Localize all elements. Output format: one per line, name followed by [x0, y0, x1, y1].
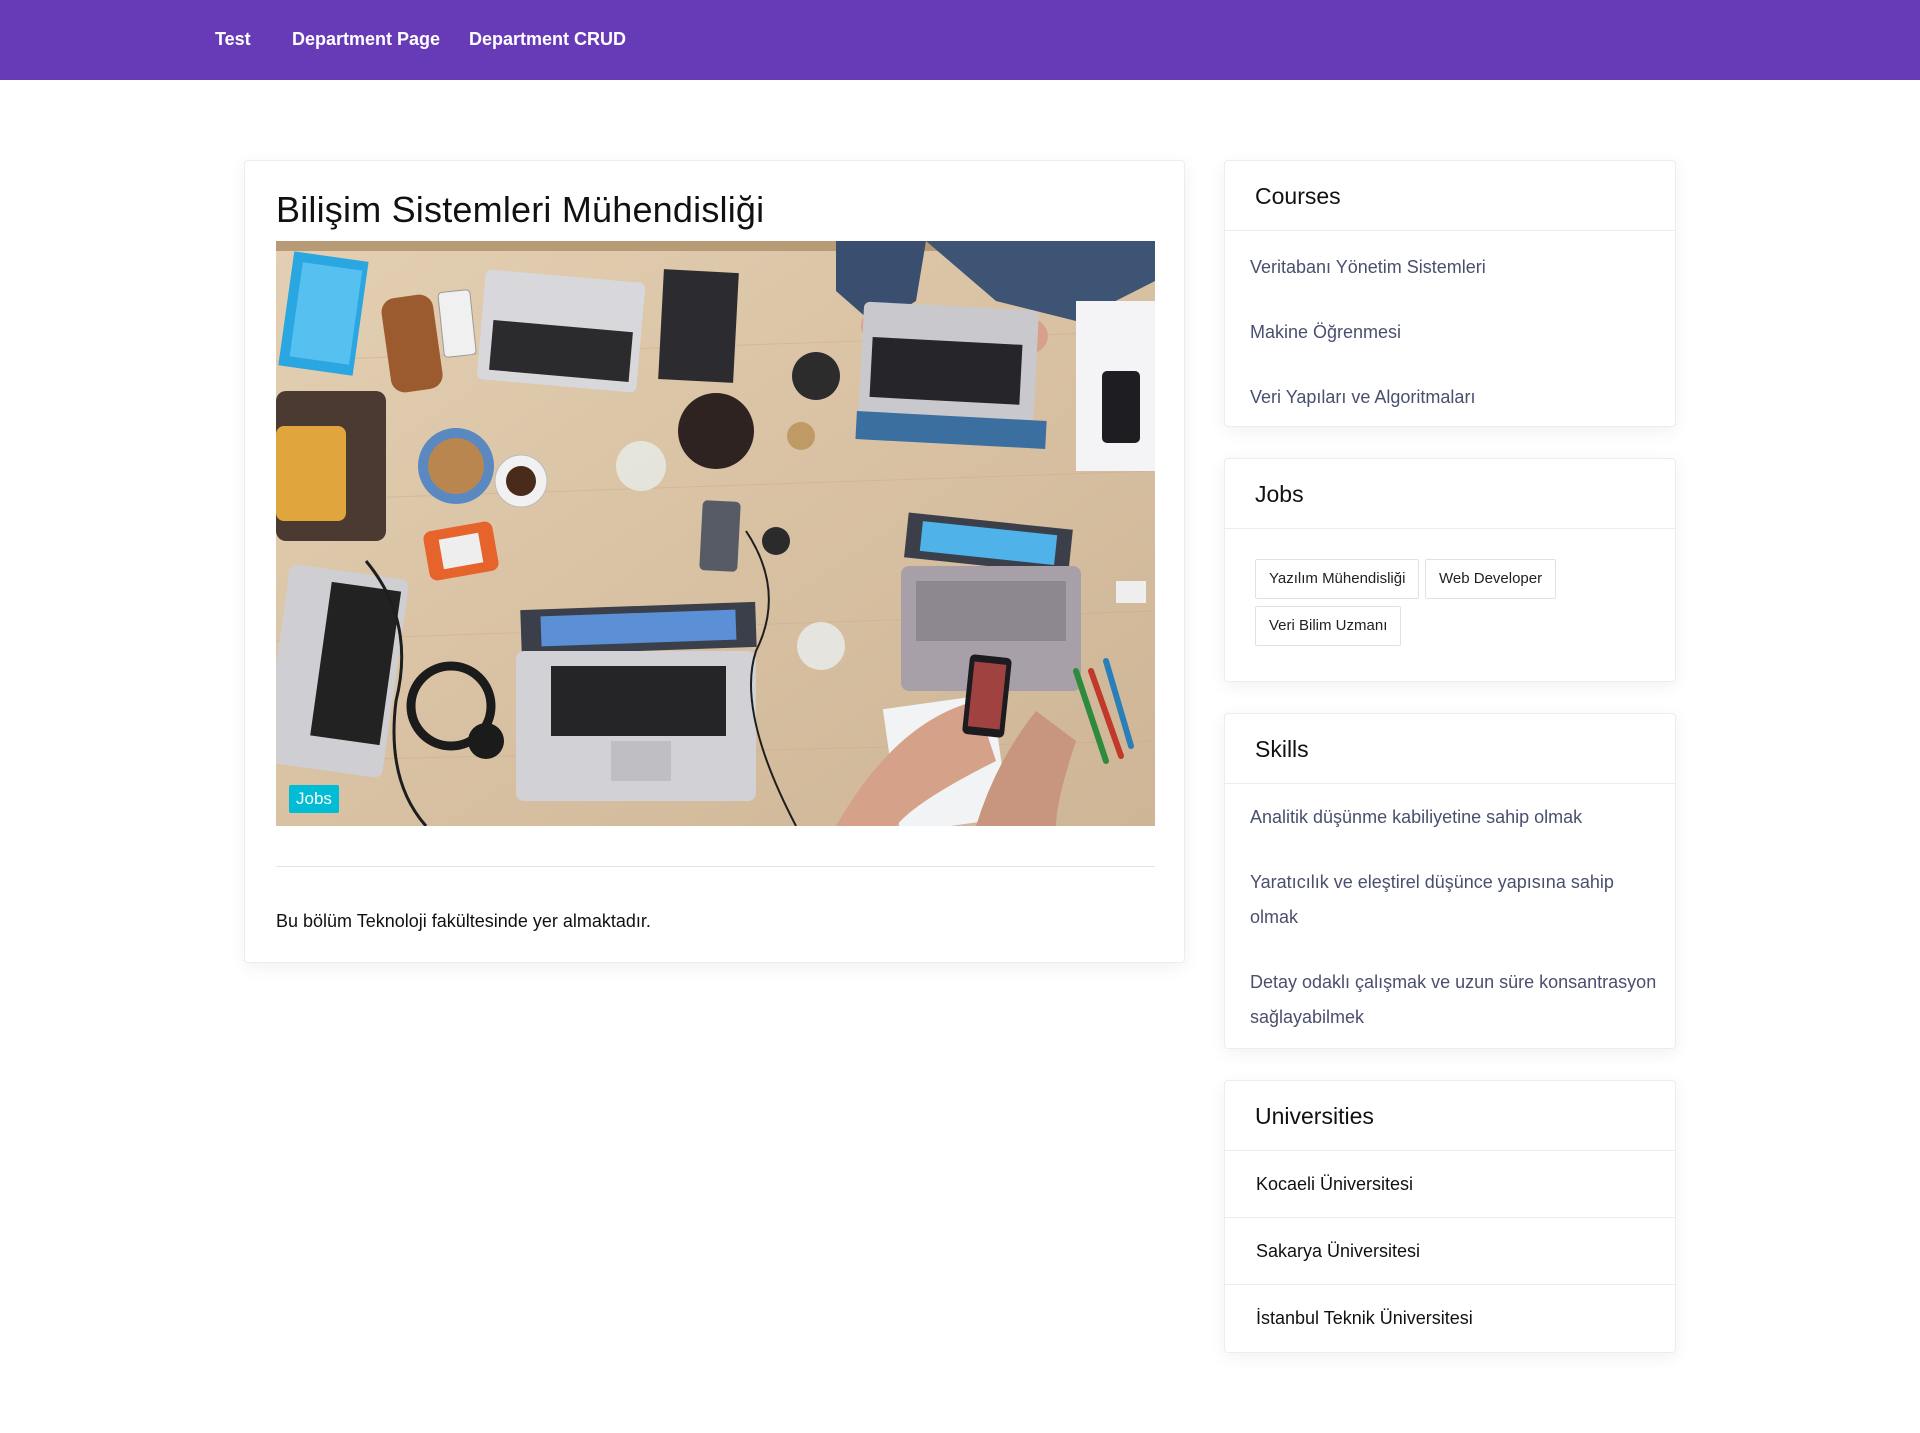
course-link[interactable]: Makine Öğrenmesi [1250, 315, 1401, 350]
skills-header: Skills [1225, 714, 1675, 784]
course-link[interactable]: Veri Yapıları ve Algoritmaları [1250, 380, 1475, 415]
skill-item[interactable]: Analitik düşünme kabiliyetine sahip olma… [1250, 800, 1650, 835]
universities-card: Universities Kocaeli Üniversitesi Sakary… [1224, 1080, 1676, 1353]
university-name: Sakarya Üniversitesi [1256, 1241, 1421, 1261]
university-name: Kocaeli Üniversitesi [1256, 1174, 1414, 1194]
skills-title: Skills [1255, 736, 1309, 762]
course-link[interactable]: Veritabanı Yönetim Sistemleri [1250, 250, 1486, 285]
department-card: Bilişim Sistemleri Mühendisliği Jobs Bu … [244, 160, 1185, 963]
courses-header: Courses [1225, 161, 1675, 231]
job-chip[interactable]: Veri Bilim Uzmanı [1255, 606, 1402, 646]
department-title: Bilişim Sistemleri Mühendisliği [276, 189, 765, 230]
skill-item[interactable]: Yaratıcılık ve eleştirel düşünce yapısın… [1250, 865, 1650, 935]
skills-card: Skills Analitik düşünme kabiliyetine sah… [1224, 713, 1676, 1049]
universities-header: Universities [1225, 1081, 1675, 1151]
university-list-item[interactable]: Sakarya Üniversitesi [1225, 1218, 1675, 1285]
university-name: İstanbul Teknik Üniversitesi [1256, 1308, 1473, 1328]
department-image: Jobs [276, 241, 1155, 826]
image-tag-jobs[interactable]: Jobs [289, 785, 339, 813]
job-chip[interactable]: Yazılım Mühendisliği [1255, 559, 1420, 599]
jobs-title: Jobs [1255, 481, 1304, 507]
desk-photo-illustration [276, 241, 1155, 826]
universities-title: Universities [1255, 1103, 1374, 1129]
content-divider [276, 866, 1155, 867]
nav-link-test[interactable]: Test [215, 29, 251, 50]
jobs-card: Jobs Yazılım Mühendisliği Web Developer … [1224, 458, 1676, 682]
nav-link-department-crud[interactable]: Department CRUD [469, 29, 626, 50]
courses-title: Courses [1255, 183, 1341, 209]
job-chip[interactable]: Web Developer [1425, 559, 1557, 599]
courses-card: Courses Veritabanı Yönetim Sistemleri Ma… [1224, 160, 1676, 427]
department-description: Bu bölüm Teknoloji fakültesinde yer alma… [276, 911, 651, 931]
university-list-item[interactable]: Kocaeli Üniversitesi [1225, 1151, 1675, 1218]
jobs-header: Jobs [1225, 459, 1675, 529]
top-navbar: Test Department Page Department CRUD [0, 0, 1920, 80]
university-list-item[interactable]: İstanbul Teknik Üniversitesi [1225, 1285, 1675, 1352]
nav-link-department-page[interactable]: Department Page [292, 29, 440, 50]
skill-item[interactable]: Detay odaklı çalışmak ve uzun süre konsa… [1250, 965, 1660, 1035]
